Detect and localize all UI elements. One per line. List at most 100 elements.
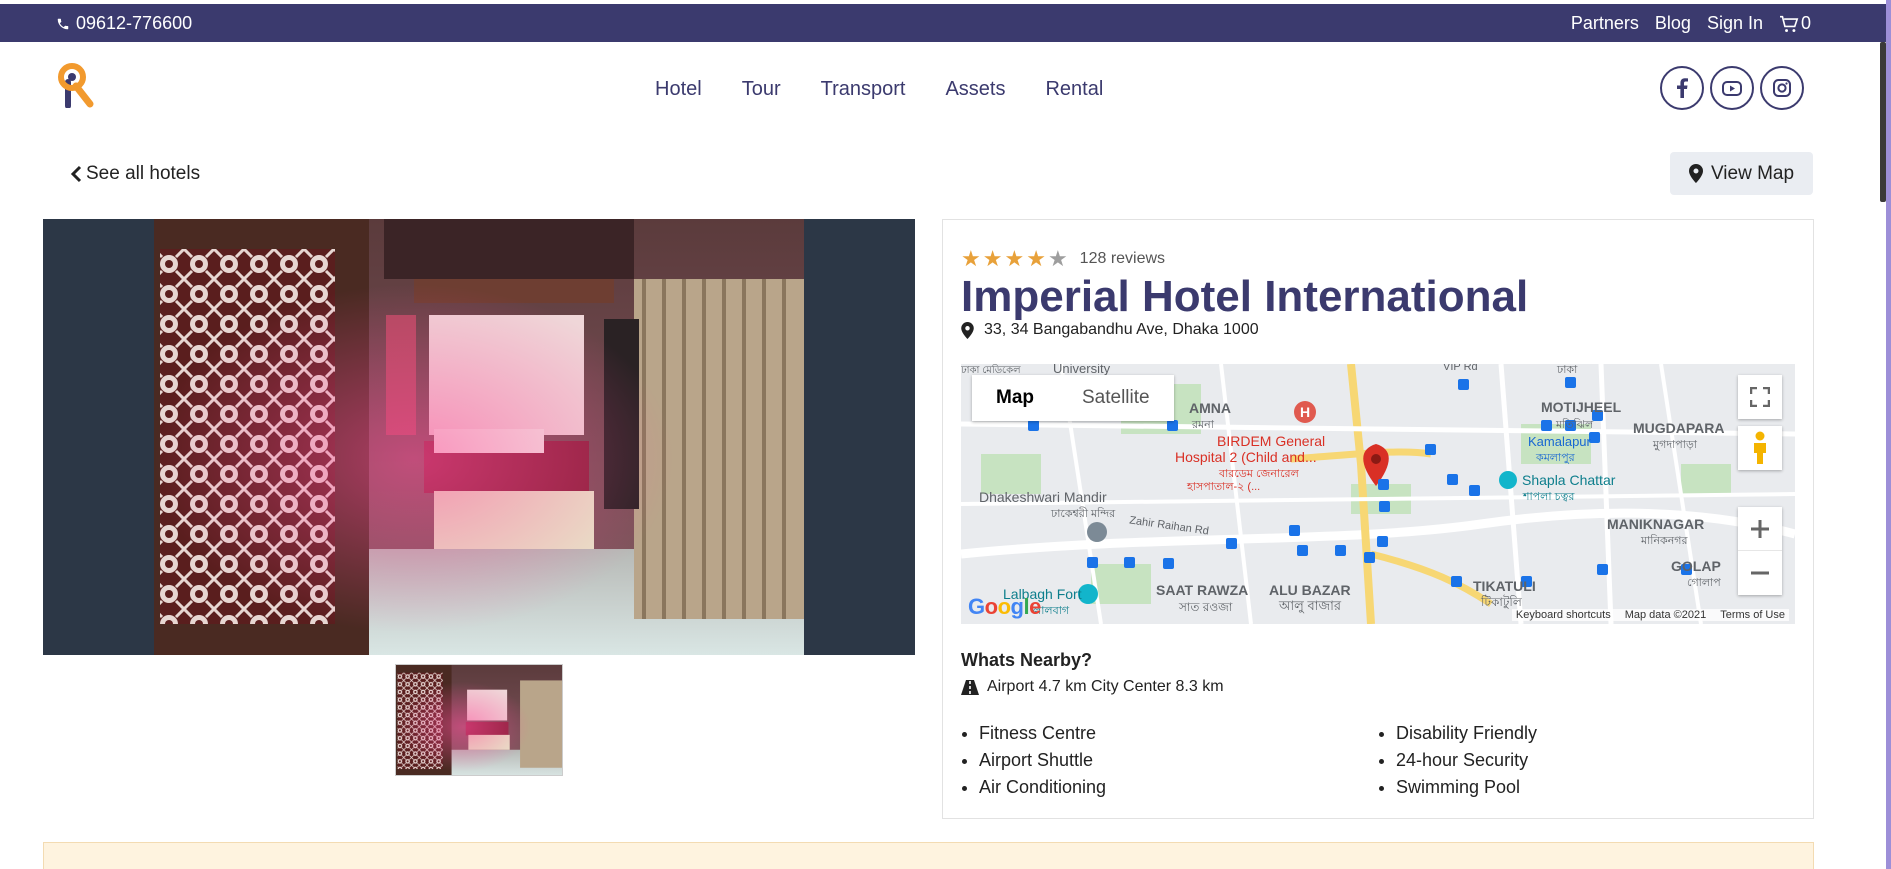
- cart-button[interactable]: 0: [1779, 13, 1811, 34]
- nav-hotel[interactable]: Hotel: [655, 78, 702, 101]
- hotel-address-text: 33, 34 Bangabandhu Ave, Dhaka 1000: [984, 321, 1259, 338]
- svg-text:H: H: [1300, 404, 1310, 420]
- phone-icon: [57, 18, 69, 29]
- nav-transport[interactable]: Transport: [821, 78, 906, 101]
- map-label-tikatuli: TIKATULI: [1473, 578, 1536, 594]
- star-icon: ★: [1026, 246, 1046, 271]
- sign-in-link[interactable]: Sign In: [1707, 13, 1763, 34]
- star-icon: ★: [961, 246, 981, 271]
- terms-of-use-link[interactable]: Terms of Use: [1720, 609, 1785, 621]
- map-pin-icon: [1688, 164, 1703, 183]
- star-icon: ★: [982, 246, 1003, 271]
- map-label-motijheel-bn: মতিঝিল: [1556, 419, 1594, 431]
- amenity-item: Airport Shuttle: [979, 747, 1106, 774]
- youtube-button[interactable]: [1710, 66, 1754, 110]
- map-label-ramna-bn: রমনা: [1192, 419, 1214, 431]
- amenity-item: Fitness Centre: [979, 720, 1106, 747]
- zoom-in-button[interactable]: [1738, 507, 1782, 551]
- hotel-address: 33, 34 Bangabandhu Ave, Dhaka 1000: [961, 321, 1259, 339]
- scrollbar-thumb[interactable]: [1880, 42, 1886, 202]
- top-links: Partners Blog Sign In 0: [1571, 13, 1811, 34]
- street-view-button[interactable]: [1738, 426, 1782, 470]
- zoom-controls: [1738, 507, 1782, 595]
- map-label-shapla: Shapla Chattar: [1522, 472, 1616, 488]
- cart-count: 0: [1800, 13, 1811, 33]
- main-nav: Hotel Tour Transport Assets Rental: [655, 78, 1103, 101]
- phone-contact[interactable]: 09612-776600: [56, 13, 192, 34]
- nav-assets[interactable]: Assets: [945, 78, 1005, 101]
- amenity-item: 24-hour Security: [1396, 747, 1537, 774]
- facebook-icon: [1677, 78, 1688, 98]
- map-pin-icon: [961, 321, 974, 339]
- nearby-distances-text: Airport 4.7 km City Center 8.3 km: [987, 678, 1224, 695]
- keyboard-shortcuts-link[interactable]: Keyboard shortcuts: [1516, 609, 1611, 621]
- view-map-button[interactable]: View Map: [1670, 152, 1813, 195]
- cart-icon: [1779, 15, 1799, 32]
- zoom-out-button[interactable]: [1738, 551, 1782, 595]
- map-label-vip-rd: VIP Rd: [1443, 364, 1478, 373]
- amenity-item: Air Conditioning: [979, 774, 1106, 801]
- facebook-button[interactable]: [1660, 66, 1704, 110]
- review-count[interactable]: 128 reviews: [1080, 250, 1165, 268]
- hotel-name: Imperial Hotel International: [961, 272, 1529, 321]
- map-label-mugdapara-bn: মুগদাপাড়া: [1653, 439, 1697, 451]
- map-label-dhaka-bn: ঢাকা: [1557, 364, 1578, 376]
- see-all-hotels-label: See all hotels: [86, 163, 201, 184]
- map-label-shapla-bn: শাপলা চত্বর: [1523, 491, 1575, 503]
- map-label-birdem-bn-2: হাসপাতাল-২ (...: [1187, 481, 1261, 493]
- amenity-item: Swimming Pool: [1396, 774, 1537, 801]
- fullscreen-icon: [1750, 387, 1770, 407]
- blog-link[interactable]: Blog: [1655, 13, 1691, 34]
- map-label-birdem-1: BIRDEM General: [1217, 433, 1326, 449]
- map-label-birdem-2: Hospital 2 (Child and...: [1175, 449, 1317, 465]
- google-logo[interactable]: Google: [968, 594, 1041, 620]
- road-icon: [961, 679, 979, 695]
- embedded-map[interactable]: H MOTIJHEEL মতিঝিল MUGDAPARA মুগদাপাড়া …: [961, 364, 1795, 624]
- top-bar: 09612-776600 Partners Blog Sign In 0: [0, 4, 1891, 42]
- hotel-room-photo: [154, 219, 804, 655]
- map-label-dhakeshwari: Dhakeshwari Mandir: [979, 489, 1107, 505]
- map-label-golap-bn: গোলাপ: [1687, 577, 1721, 589]
- social-links: [1660, 66, 1804, 110]
- map-label-alu-bazar: ALU BAZAR: [1269, 582, 1351, 598]
- chevron-left-icon: [70, 165, 82, 183]
- whats-nearby-heading: Whats Nearby?: [961, 650, 1093, 670]
- amenity-item: Disability Friendly: [1396, 720, 1537, 747]
- view-map-label: View Map: [1710, 162, 1795, 184]
- map-label-dhakeshwari-bn: ঢাকেশ্বরী মন্দির: [1051, 508, 1116, 520]
- map-footer: Keyboard shortcuts Map data ©2021 Terms …: [1511, 609, 1789, 621]
- map-label-alu-bazar-bn: আলু বাজার: [1279, 598, 1342, 613]
- map-label-kamalapur-bn: কমলাপুর: [1536, 452, 1575, 464]
- nav-rental[interactable]: Rental: [1045, 78, 1103, 101]
- star-rating: ★ ★ ★ ★ ★ 128 reviews: [961, 248, 1165, 270]
- info-banner: [43, 842, 1814, 869]
- map-label-mugdapara: MUGDAPARA: [1633, 420, 1725, 436]
- hotel-info-panel: ★ ★ ★ ★ ★ 128 reviews Imperial Hotel Int…: [942, 219, 1814, 819]
- minus-icon: [1751, 571, 1769, 575]
- star-empty-icon: ★: [1047, 246, 1068, 271]
- page: 09612-776600 Partners Blog Sign In 0 Hot…: [0, 0, 1891, 869]
- map-label-motijheel: MOTIJHEEL: [1541, 399, 1622, 415]
- phone-number: 09612-776600: [76, 13, 193, 33]
- map-type-tabs: Map Satellite: [972, 375, 1174, 421]
- partners-link[interactable]: Partners: [1571, 13, 1639, 34]
- nearby-distances: Airport 4.7 km City Center 8.3 km: [961, 678, 1224, 696]
- site-logo[interactable]: [54, 62, 98, 109]
- nav-tour[interactable]: Tour: [742, 78, 781, 101]
- map-label-maniknagar: MANIKNAGAR: [1607, 516, 1705, 532]
- photo-thumbnail[interactable]: [395, 664, 563, 776]
- see-all-hotels-link[interactable]: See all hotels: [70, 163, 200, 185]
- map-label-saat-rawza: SAAT RAWZA: [1156, 582, 1249, 598]
- map-label-saat-rawza-bn: সাত রওজা: [1179, 600, 1233, 614]
- hotel-main-photo[interactable]: [43, 219, 915, 655]
- plus-icon: [1751, 519, 1769, 538]
- scrollbar-track[interactable]: [1886, 0, 1891, 869]
- instagram-button[interactable]: [1760, 66, 1804, 110]
- amenities-list-left: Fitness Centre Airport Shuttle Air Condi…: [961, 720, 1106, 801]
- map-tab-satellite[interactable]: Satellite: [1058, 375, 1174, 421]
- map-tab-map[interactable]: Map: [972, 375, 1058, 421]
- map-data-label: Map data ©2021: [1624, 609, 1707, 621]
- fullscreen-button[interactable]: [1738, 375, 1782, 419]
- youtube-icon: [1722, 80, 1742, 96]
- map-label-golap: GOLAP: [1671, 558, 1721, 574]
